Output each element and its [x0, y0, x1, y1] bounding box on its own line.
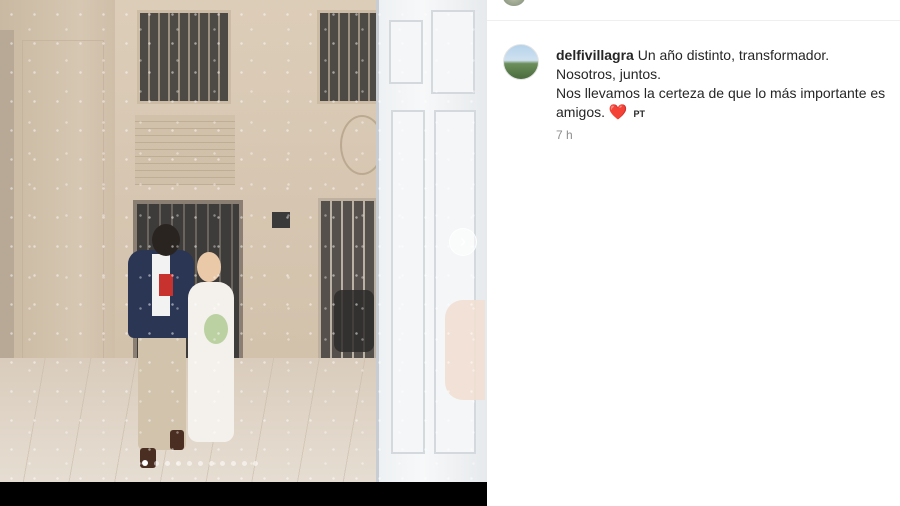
- carousel-dot: [187, 460, 192, 466]
- caption-line-1: delfivillagra Un año distinto, transform…: [556, 46, 896, 65]
- username-link[interactable]: delfivillagra: [556, 47, 634, 63]
- carousel-dot: [231, 460, 236, 466]
- confetti-overlay: [0, 0, 487, 482]
- carousel-dot: [176, 460, 181, 466]
- caption-line-4: amigos. ❤️ PT: [556, 103, 896, 124]
- post-sidebar: delfivillagra Un año distinto, transform…: [487, 0, 900, 506]
- post-timestamp[interactable]: 7 h: [556, 128, 573, 142]
- chevron-right-icon: ›: [460, 231, 466, 251]
- carousel-dot: [142, 460, 148, 466]
- language-badge: PT: [633, 109, 646, 119]
- post-caption: delfivillagra Un año distinto, transform…: [556, 46, 896, 124]
- carousel-next-button[interactable]: ›: [449, 228, 477, 256]
- carousel-dots: [142, 459, 258, 467]
- carousel-dot: [220, 460, 225, 466]
- carousel-dot: [209, 460, 214, 466]
- carousel-dot: [165, 460, 170, 466]
- carousel-dot: [154, 460, 159, 466]
- heart-icon: ❤️: [608, 104, 628, 121]
- header-avatar[interactable]: [503, 0, 525, 6]
- caption-line-3: Nos llevamos la certeza de que lo más im…: [556, 85, 886, 101]
- carousel-dot: [242, 460, 247, 466]
- photo-bottom-bar: [0, 482, 487, 506]
- caption-text: amigos.: [556, 104, 606, 120]
- caption-text: Un año distinto, transformador.: [637, 47, 830, 63]
- post-photo[interactable]: ›: [0, 0, 487, 482]
- avatar[interactable]: [503, 44, 539, 80]
- caption-line-2: Nosotros, juntos.: [556, 66, 662, 82]
- carousel-dot: [253, 460, 258, 466]
- header-divider: [487, 20, 900, 21]
- carousel-dot: [198, 460, 203, 466]
